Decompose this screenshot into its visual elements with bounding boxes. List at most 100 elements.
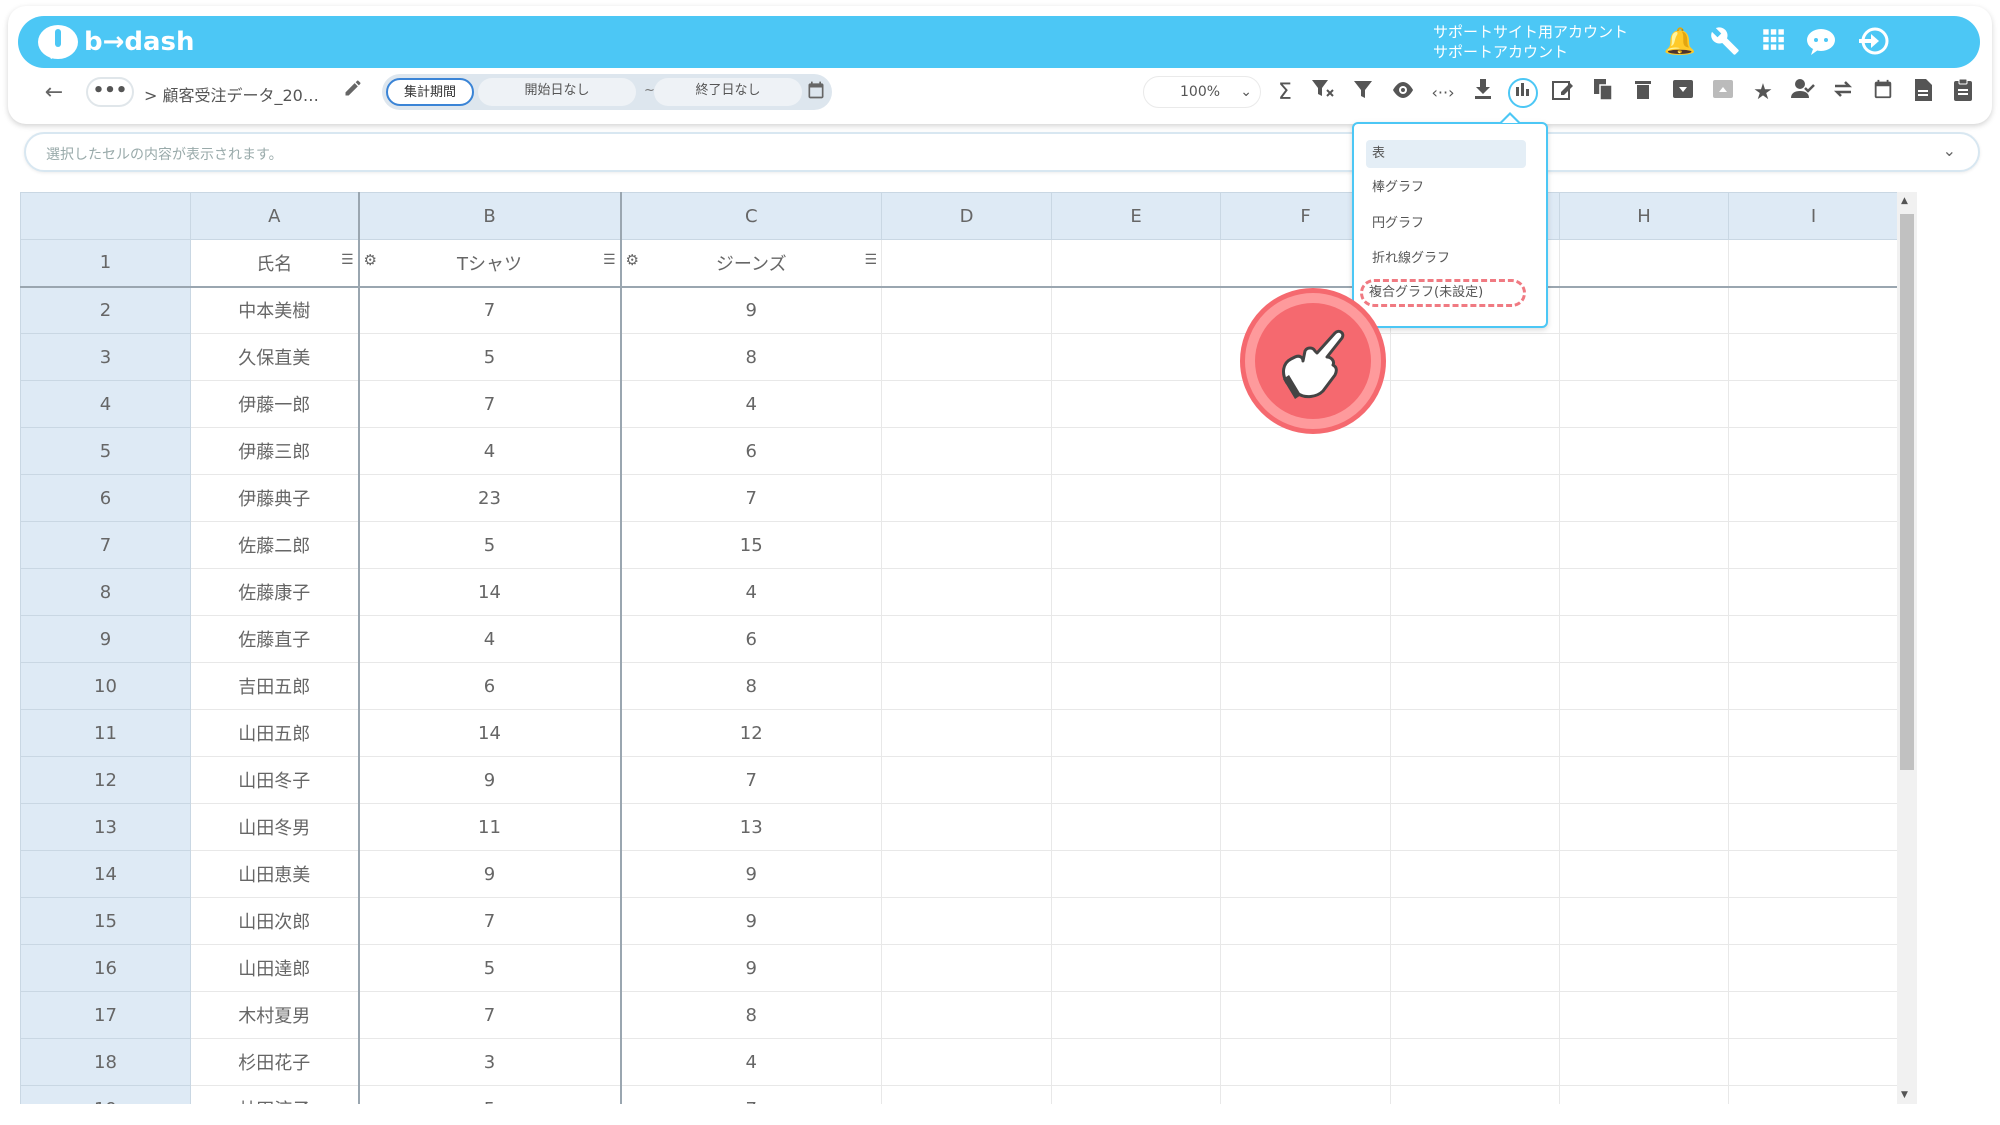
empty-cell[interactable]: [1390, 474, 1560, 522]
filter-icon[interactable]: [1348, 78, 1378, 108]
empty-cell[interactable]: [1559, 944, 1729, 992]
empty-cell[interactable]: [1559, 1085, 1729, 1104]
empty-cell[interactable]: [1728, 333, 1899, 381]
row-header[interactable]: 6: [20, 474, 191, 522]
name-cell[interactable]: 木村夏男: [190, 991, 360, 1039]
empty-cell[interactable]: [1051, 568, 1221, 616]
empty-cell[interactable]: [1051, 1038, 1221, 1086]
jeans-cell[interactable]: 6: [620, 615, 882, 663]
jeans-cell[interactable]: 9: [620, 944, 882, 992]
calendar-icon[interactable]: [806, 80, 828, 104]
empty-cell[interactable]: [1051, 615, 1221, 663]
empty-cell[interactable]: [881, 991, 1052, 1039]
cell-content-bar[interactable]: 選択したセルの内容が表示されます。 ⌄: [24, 132, 1980, 172]
breadcrumb[interactable]: > 顧客受注データ_20…: [144, 82, 319, 106]
empty-cell[interactable]: [1390, 568, 1560, 616]
jeans-cell[interactable]: 9: [620, 286, 882, 334]
empty-cell[interactable]: [1390, 662, 1560, 710]
gear-icon[interactable]: ⚙: [364, 251, 377, 269]
calendar-schedule-icon[interactable]: [1868, 78, 1898, 108]
name-cell[interactable]: 杉田花子: [190, 1038, 360, 1086]
tshirt-cell[interactable]: 7: [358, 380, 622, 428]
empty-cell[interactable]: [1390, 380, 1560, 428]
tshirt-cell[interactable]: 11: [358, 803, 622, 851]
tshirt-cell[interactable]: 5: [358, 333, 622, 381]
name-cell[interactable]: 山田達郎: [190, 944, 360, 992]
vertical-scrollbar[interactable]: ▲ ▼: [1897, 192, 1917, 1104]
jeans-cell[interactable]: 4: [620, 1038, 882, 1086]
tshirt-cell[interactable]: 6: [358, 662, 622, 710]
row-header[interactable]: 18: [20, 1038, 191, 1086]
name-cell[interactable]: 佐藤直子: [190, 615, 360, 663]
empty-cell[interactable]: [881, 803, 1052, 851]
empty-cell[interactable]: [881, 521, 1052, 569]
jeans-cell[interactable]: 8: [620, 333, 882, 381]
name-cell[interactable]: 山田次郎: [190, 897, 360, 945]
column-header-d[interactable]: D: [881, 192, 1052, 240]
filter-clear-icon[interactable]: [1308, 78, 1338, 108]
name-cell[interactable]: 久保直美: [190, 333, 360, 381]
empty-cell[interactable]: [881, 474, 1052, 522]
empty-cell[interactable]: [1390, 850, 1560, 898]
empty-cell[interactable]: [1390, 991, 1560, 1039]
name-cell[interactable]: 伊藤三郎: [190, 427, 360, 475]
tshirt-cell[interactable]: 7: [358, 286, 622, 334]
column-header-b[interactable]: B: [358, 192, 622, 240]
tshirt-cell[interactable]: 7: [358, 897, 622, 945]
empty-cell[interactable]: [1220, 803, 1391, 851]
name-cell[interactable]: 山田恵美: [190, 850, 360, 898]
more-menu-button[interactable]: •••: [86, 77, 134, 107]
empty-cell[interactable]: [1728, 944, 1899, 992]
empty-cell[interactable]: [1220, 1085, 1391, 1104]
empty-cell[interactable]: [1559, 897, 1729, 945]
end-date-field[interactable]: 終了日なし: [654, 78, 802, 106]
jeans-cell[interactable]: 15: [620, 521, 882, 569]
start-date-field[interactable]: 開始日なし: [478, 78, 636, 106]
jeans-cell[interactable]: 4: [620, 568, 882, 616]
logo[interactable]: b→dash: [38, 23, 195, 61]
logout-icon[interactable]: [1856, 26, 1890, 58]
empty-cell[interactable]: [1728, 568, 1899, 616]
empty-cell[interactable]: [1559, 709, 1729, 757]
empty-cell[interactable]: [1051, 333, 1221, 381]
empty-cell[interactable]: [1728, 427, 1899, 475]
empty-cell[interactable]: [1559, 333, 1729, 381]
chart-type-icon[interactable]: [1508, 78, 1538, 108]
empty-cell[interactable]: [1728, 991, 1899, 1039]
menu-item-table[interactable]: 表: [1366, 140, 1526, 168]
empty-cell[interactable]: [1728, 850, 1899, 898]
empty-cell[interactable]: [881, 944, 1052, 992]
row-header[interactable]: 17: [20, 991, 191, 1039]
name-cell[interactable]: 佐藤二郎: [190, 521, 360, 569]
empty-cell[interactable]: [1728, 803, 1899, 851]
row-header[interactable]: 11: [20, 709, 191, 757]
empty-cell[interactable]: [1390, 803, 1560, 851]
scroll-up-arrow-icon[interactable]: ▲: [1901, 196, 1908, 206]
empty-cell[interactable]: [881, 333, 1052, 381]
empty-cell[interactable]: [1390, 709, 1560, 757]
row-header[interactable]: 3: [20, 333, 191, 381]
download-icon[interactable]: [1468, 78, 1498, 108]
tshirt-cell[interactable]: 5: [358, 521, 622, 569]
empty-cell[interactable]: [881, 850, 1052, 898]
empty-cell[interactable]: [1390, 615, 1560, 663]
row-header[interactable]: 5: [20, 427, 191, 475]
jeans-cell[interactable]: 7: [620, 474, 882, 522]
empty-cell[interactable]: [881, 427, 1052, 475]
star-icon[interactable]: ★: [1748, 78, 1778, 108]
empty-cell[interactable]: [881, 286, 1052, 334]
empty-cell[interactable]: [1051, 1085, 1221, 1104]
sum-icon[interactable]: Σ: [1270, 78, 1300, 108]
chevron-down-icon[interactable]: ⌄: [1943, 141, 1956, 160]
empty-cell[interactable]: [1051, 756, 1221, 804]
empty-cell[interactable]: [1390, 756, 1560, 804]
empty-cell[interactable]: [1051, 897, 1221, 945]
column-header-h[interactable]: H: [1559, 192, 1729, 240]
chat-support-icon[interactable]: [1804, 26, 1838, 58]
column-filter-icon[interactable]: ☰: [603, 252, 616, 268]
empty-cell[interactable]: [1559, 662, 1729, 710]
empty-cell[interactable]: [1051, 850, 1221, 898]
empty-cell[interactable]: [1390, 1085, 1560, 1104]
empty-cell[interactable]: [881, 709, 1052, 757]
empty-cell[interactable]: [1220, 991, 1391, 1039]
